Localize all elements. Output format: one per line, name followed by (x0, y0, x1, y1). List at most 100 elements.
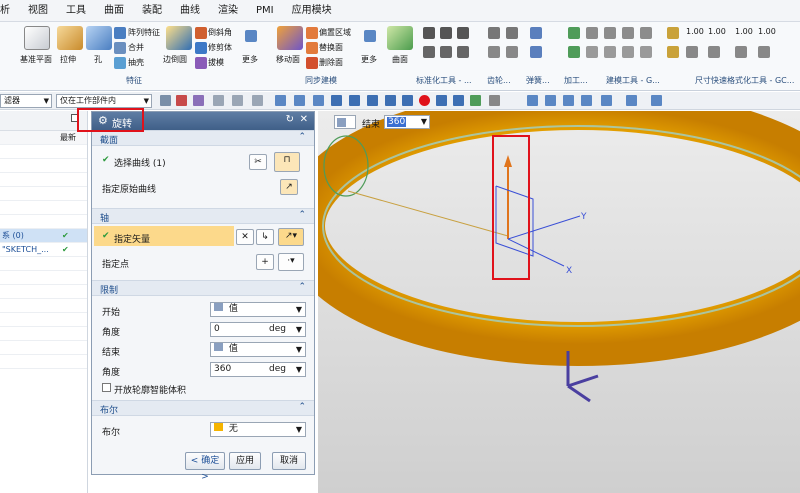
spring-tool-icon[interactable] (530, 27, 542, 39)
dim-format-icon[interactable] (758, 46, 770, 58)
extrude-icon[interactable] (57, 26, 83, 50)
settings-icon[interactable] (489, 95, 500, 106)
vector-dialog-icon[interactable]: ↳ (256, 229, 274, 245)
group-std-label[interactable]: 标准化工具 - ... (416, 75, 472, 86)
delete-face-label[interactable]: 删除面 (319, 57, 343, 68)
draft-icon[interactable] (195, 57, 207, 69)
box-select-icon[interactable] (232, 95, 243, 106)
boolean-select[interactable]: 无 ▼ (210, 422, 306, 437)
gear-tool-icon[interactable] (488, 46, 500, 58)
graphics-viewport[interactable]: Y X 结束 360 ▼ (318, 111, 800, 493)
group-spring-label[interactable]: 弹簧... (526, 75, 550, 86)
build-tool-icon[interactable] (604, 27, 616, 39)
display-options-icon[interactable] (651, 95, 662, 106)
dim-value[interactable]: 1.00 (686, 27, 704, 36)
build-tool-icon[interactable] (622, 27, 634, 39)
group-dim-label[interactable]: 尺寸快速格式化工具 - GC... (695, 75, 794, 86)
list-item[interactable] (0, 341, 87, 355)
ok-button[interactable]: < 确定 > (185, 452, 225, 482)
select-all-icon[interactable] (213, 95, 224, 106)
gear-tool-icon[interactable] (506, 27, 518, 39)
type-filter-combo[interactable]: 滤器 ▼ (0, 94, 52, 108)
pattern-label[interactable]: 阵列特征 (128, 27, 160, 38)
end-value-field[interactable]: 360 ▼ (384, 115, 430, 129)
list-item[interactable] (0, 271, 87, 285)
more-sync-icon[interactable] (364, 30, 376, 42)
view-rotate-icon[interactable] (563, 95, 574, 106)
lasso-icon[interactable] (252, 95, 263, 106)
column-new[interactable]: 最新 (60, 131, 76, 145)
list-item[interactable] (0, 257, 87, 271)
select-icon[interactable] (160, 95, 171, 106)
edge-icon[interactable] (313, 95, 324, 106)
select-curve-label[interactable]: 选择曲线 (1) (114, 156, 166, 169)
view-fit-icon[interactable] (527, 95, 538, 106)
section-axis-header[interactable]: 轴 ⌃ (92, 208, 314, 224)
dim-format-icon[interactable] (708, 46, 720, 58)
point-dialog-icon[interactable]: + (256, 254, 274, 270)
end-angle-input[interactable]: 360 deg ▼ (210, 362, 306, 377)
offset-region-icon[interactable] (306, 27, 318, 39)
menu-pmi[interactable]: PMI (247, 0, 283, 22)
endpoint-snap-icon[interactable] (331, 95, 342, 106)
menu-tools[interactable]: 工具 (57, 0, 95, 22)
dim-value[interactable]: 1.00 (735, 27, 753, 36)
group-machining-label[interactable]: 加工... (564, 75, 588, 86)
close-icon[interactable]: ✕ (300, 114, 308, 125)
arc-snap-icon[interactable] (385, 95, 396, 106)
origin-curve-icon[interactable]: ↗ (280, 179, 298, 195)
more-features-icon[interactable] (245, 30, 257, 42)
grid-snap-icon[interactable] (470, 95, 481, 106)
view-pan-icon[interactable] (581, 95, 592, 106)
menu-applications[interactable]: 应用模块 (283, 0, 341, 22)
limit-handle-combo[interactable] (334, 115, 356, 129)
offset-region-label[interactable]: 偏置区域 (319, 27, 351, 38)
section-limits-header[interactable]: 限制 ⌃ (92, 280, 314, 296)
scope-combo[interactable]: 仅在工作部件内 ▼ (56, 94, 152, 108)
trim-body-label[interactable]: 修剪体 (208, 42, 232, 53)
shell-icon[interactable] (114, 57, 126, 69)
std-tool-icon[interactable] (423, 46, 435, 58)
intersect-snap-icon[interactable] (436, 95, 447, 106)
hole-icon[interactable] (86, 26, 112, 50)
list-item[interactable] (0, 313, 87, 327)
vector-type-dropdown[interactable]: ↗▾ (278, 228, 304, 246)
list-item[interactable] (0, 159, 87, 173)
std-tool-icon[interactable] (457, 46, 469, 58)
filter-icon[interactable] (176, 95, 187, 106)
tangent-snap-icon[interactable] (402, 95, 413, 106)
list-item[interactable] (0, 173, 87, 187)
curve-rule-icon[interactable]: ✂ (249, 154, 267, 170)
view-zoom-icon[interactable] (545, 95, 556, 106)
point-type-dropdown[interactable]: ·▾ (278, 253, 304, 271)
list-item[interactable] (0, 201, 87, 215)
section-profile-header[interactable]: 截面 ⌃ (92, 130, 314, 146)
menu-curve[interactable]: 曲线 (171, 0, 209, 22)
gear-tool-icon[interactable] (488, 27, 500, 39)
move-face-icon[interactable] (277, 26, 303, 50)
build-tool-icon[interactable] (586, 46, 598, 58)
build-tool-icon[interactable] (622, 46, 634, 58)
end-type-select[interactable]: 值 ▼ (210, 342, 306, 357)
body-icon[interactable] (275, 95, 286, 106)
menu-assembly[interactable]: 装配 (133, 0, 171, 22)
datum-plane-icon[interactable] (24, 26, 50, 50)
menu-surface[interactable]: 曲面 (95, 0, 133, 22)
section-boolean-header[interactable]: 布尔 ⌃ (92, 400, 314, 416)
build-tool-icon[interactable] (604, 46, 616, 58)
std-tool-icon[interactable] (457, 27, 469, 39)
gear-tool-icon[interactable] (506, 46, 518, 58)
group-gear-label[interactable]: 齿轮... (487, 75, 511, 86)
unite-icon[interactable] (114, 42, 126, 54)
dim-value[interactable]: 1.00 (758, 27, 776, 36)
build-tool-icon[interactable] (640, 46, 652, 58)
reverse-direction-icon[interactable]: ✕ (236, 229, 254, 245)
machining-tool-icon[interactable] (568, 46, 580, 58)
render-style-icon[interactable] (626, 95, 637, 106)
pattern-icon[interactable] (114, 27, 126, 39)
dim-format-icon[interactable] (667, 46, 679, 58)
edge-blend-icon[interactable] (166, 26, 192, 50)
list-item[interactable] (0, 355, 87, 369)
start-type-select[interactable]: 值 ▼ (210, 302, 306, 317)
list-item[interactable]: 系 (0) ✔ (0, 229, 87, 243)
